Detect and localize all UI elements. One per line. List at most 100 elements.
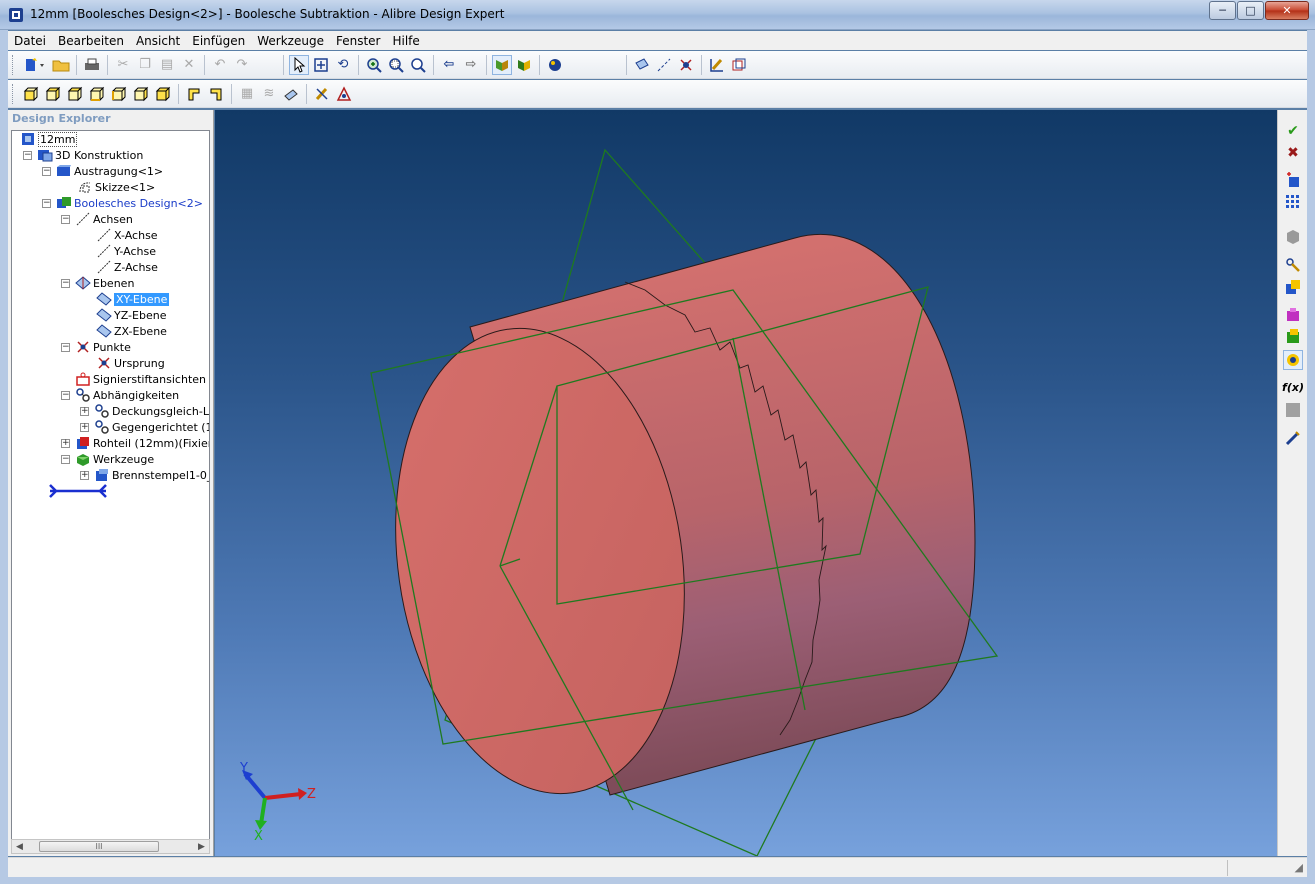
copy-icon[interactable]: ❐ [135,55,155,75]
view-top-icon[interactable] [65,84,85,104]
tree-item-origin[interactable]: Ursprung [96,355,165,371]
section-view-icon[interactable]: ▦ [237,84,257,104]
menu-fenster[interactable]: Fenster [330,34,387,48]
pattern-icon[interactable] [1283,192,1303,212]
view-normal-reverse-icon[interactable] [206,84,226,104]
menu-datei[interactable]: Datei [8,34,52,48]
scroll-thumb[interactable]: III [39,841,159,852]
view-bottom-icon[interactable] [87,84,107,104]
cut-icon[interactable]: ✂ [113,55,133,75]
view-left-icon[interactable] [109,84,129,104]
print-icon[interactable] [82,55,102,75]
rollback-marker[interactable] [48,483,108,499]
shape-icon[interactable] [1283,227,1303,247]
3d-viewport[interactable]: Y Z X [215,110,1277,856]
reference-axis-icon[interactable] [654,55,674,75]
analysis-icon[interactable] [1283,350,1303,370]
expand-toggle[interactable]: + [80,423,89,432]
tree-item-tools[interactable]: Werkzeuge [75,451,154,467]
rotate-icon[interactable]: ⟲ [333,55,353,75]
accept-icon[interactable]: ✔ [1283,121,1303,141]
tree-item-root[interactable]: 12mm [20,131,78,147]
tree-item-points[interactable]: Punkte [75,339,131,355]
shaded-view-icon[interactable] [492,54,512,75]
cancel-icon[interactable]: ✖ [1283,143,1303,163]
tree-item-z-axis[interactable]: Z-Achse [96,259,158,275]
tree-item-boolean-design[interactable]: Boolesches Design<2> [56,195,203,211]
collapse-toggle[interactable]: − [61,391,70,400]
tree-item-xy-plane[interactable]: XY-Ebene [96,291,170,307]
plane-view-icon[interactable] [281,84,301,104]
sketch-origin-icon[interactable] [334,84,354,104]
redo-icon[interactable]: ↷ [232,55,252,75]
measure-icon[interactable] [707,55,727,75]
tree-horizontal-scrollbar[interactable]: ◀ III ▶ [11,839,210,854]
model-canvas[interactable]: Y Z X [215,110,1277,856]
brush-icon[interactable] [1283,428,1303,448]
zoom-window-icon[interactable] [386,55,406,75]
expand-toggle[interactable]: + [61,439,70,448]
zoom-in-icon[interactable] [364,55,384,75]
material-icon[interactable] [1283,304,1303,324]
toolbar-grip[interactable] [12,54,16,75]
collapse-toggle[interactable]: − [61,343,70,352]
properties-icon[interactable] [729,55,749,75]
collapse-toggle[interactable]: − [61,455,70,464]
tree-item-zx-plane[interactable]: ZX-Ebene [96,323,167,339]
explode-view-icon[interactable]: ≋ [259,84,279,104]
view-front-icon[interactable] [21,84,41,104]
resize-grip-icon[interactable]: ◢ [1295,861,1303,874]
maximize-button[interactable]: □ [1237,1,1264,20]
tree-item-constraints[interactable]: Abhängigkeiten [75,387,179,403]
zoom-fit-icon[interactable] [408,55,428,75]
open-folder-icon[interactable] [51,55,71,75]
equation-editor-icon[interactable]: f(x) [1282,377,1304,397]
add-part-icon[interactable] [1283,170,1303,190]
collapse-toggle[interactable]: − [23,151,32,160]
scroll-right-icon[interactable]: ▶ [194,842,209,852]
reference-plane-icon[interactable] [632,55,652,75]
select-arrow-icon[interactable] [289,54,309,75]
blank-tool-icon[interactable] [1283,400,1303,420]
pan-icon[interactable] [311,55,331,75]
tree-item-signature-views[interactable]: Signierstiftansichten [75,371,206,387]
view-back-icon[interactable] [43,84,63,104]
tree-item-y-axis[interactable]: Y-Achse [96,243,156,259]
close-button[interactable]: ✕ [1265,1,1309,20]
boolean-tool-icon[interactable] [1283,277,1303,297]
shaded-edges-icon[interactable] [514,55,534,75]
menu-einfuegen[interactable]: Einfügen [186,34,251,48]
tool-key-icon[interactable] [1283,255,1303,275]
menu-werkzeuge[interactable]: Werkzeuge [251,34,330,48]
view-right-icon[interactable] [131,84,151,104]
view-isometric-icon[interactable] [153,84,173,104]
minimize-button[interactable]: ─ [1209,1,1236,20]
collapse-toggle[interactable]: − [42,167,51,176]
menu-hilfe[interactable]: Hilfe [386,34,425,48]
expand-toggle[interactable]: + [80,471,89,480]
tree-item-sketch[interactable]: Skizze<1> [77,179,155,195]
render-sphere-icon[interactable] [545,55,565,75]
tree-item-axes[interactable]: Achsen [75,211,133,227]
sketch-pen-icon[interactable] [312,84,332,104]
color-part-icon[interactable] [1283,326,1303,346]
delete-icon[interactable]: ✕ [179,55,199,75]
tree-item-x-axis[interactable]: X-Achse [96,227,158,243]
menu-bearbeiten[interactable]: Bearbeiten [52,34,130,48]
collapse-toggle[interactable]: − [61,279,70,288]
collapse-toggle[interactable]: − [42,199,51,208]
tree-item-stamp[interactable]: Brennstempel1-0_5< [94,467,209,483]
paste-icon[interactable]: ▤ [157,55,177,75]
tree-item-yz-plane[interactable]: YZ-Ebene [96,307,166,323]
next-view-icon[interactable]: ⇨ [461,55,481,75]
view-normal-icon[interactable] [184,84,204,104]
previous-view-icon[interactable]: ⇦ [439,55,459,75]
tree-item-coincident[interactable]: Deckungsgleich-Line [94,403,209,419]
expand-toggle[interactable]: + [80,407,89,416]
toolbar-grip[interactable] [12,83,16,104]
design-tree[interactable]: 12mm − 3D Konstruktion − Austragung<1> S… [11,130,210,845]
tree-item-extrude[interactable]: Austragung<1> [56,163,163,179]
tree-item-3d-construction[interactable]: 3D Konstruktion [37,147,143,163]
scroll-left-icon[interactable]: ◀ [12,842,27,852]
collapse-toggle[interactable]: − [61,215,70,224]
